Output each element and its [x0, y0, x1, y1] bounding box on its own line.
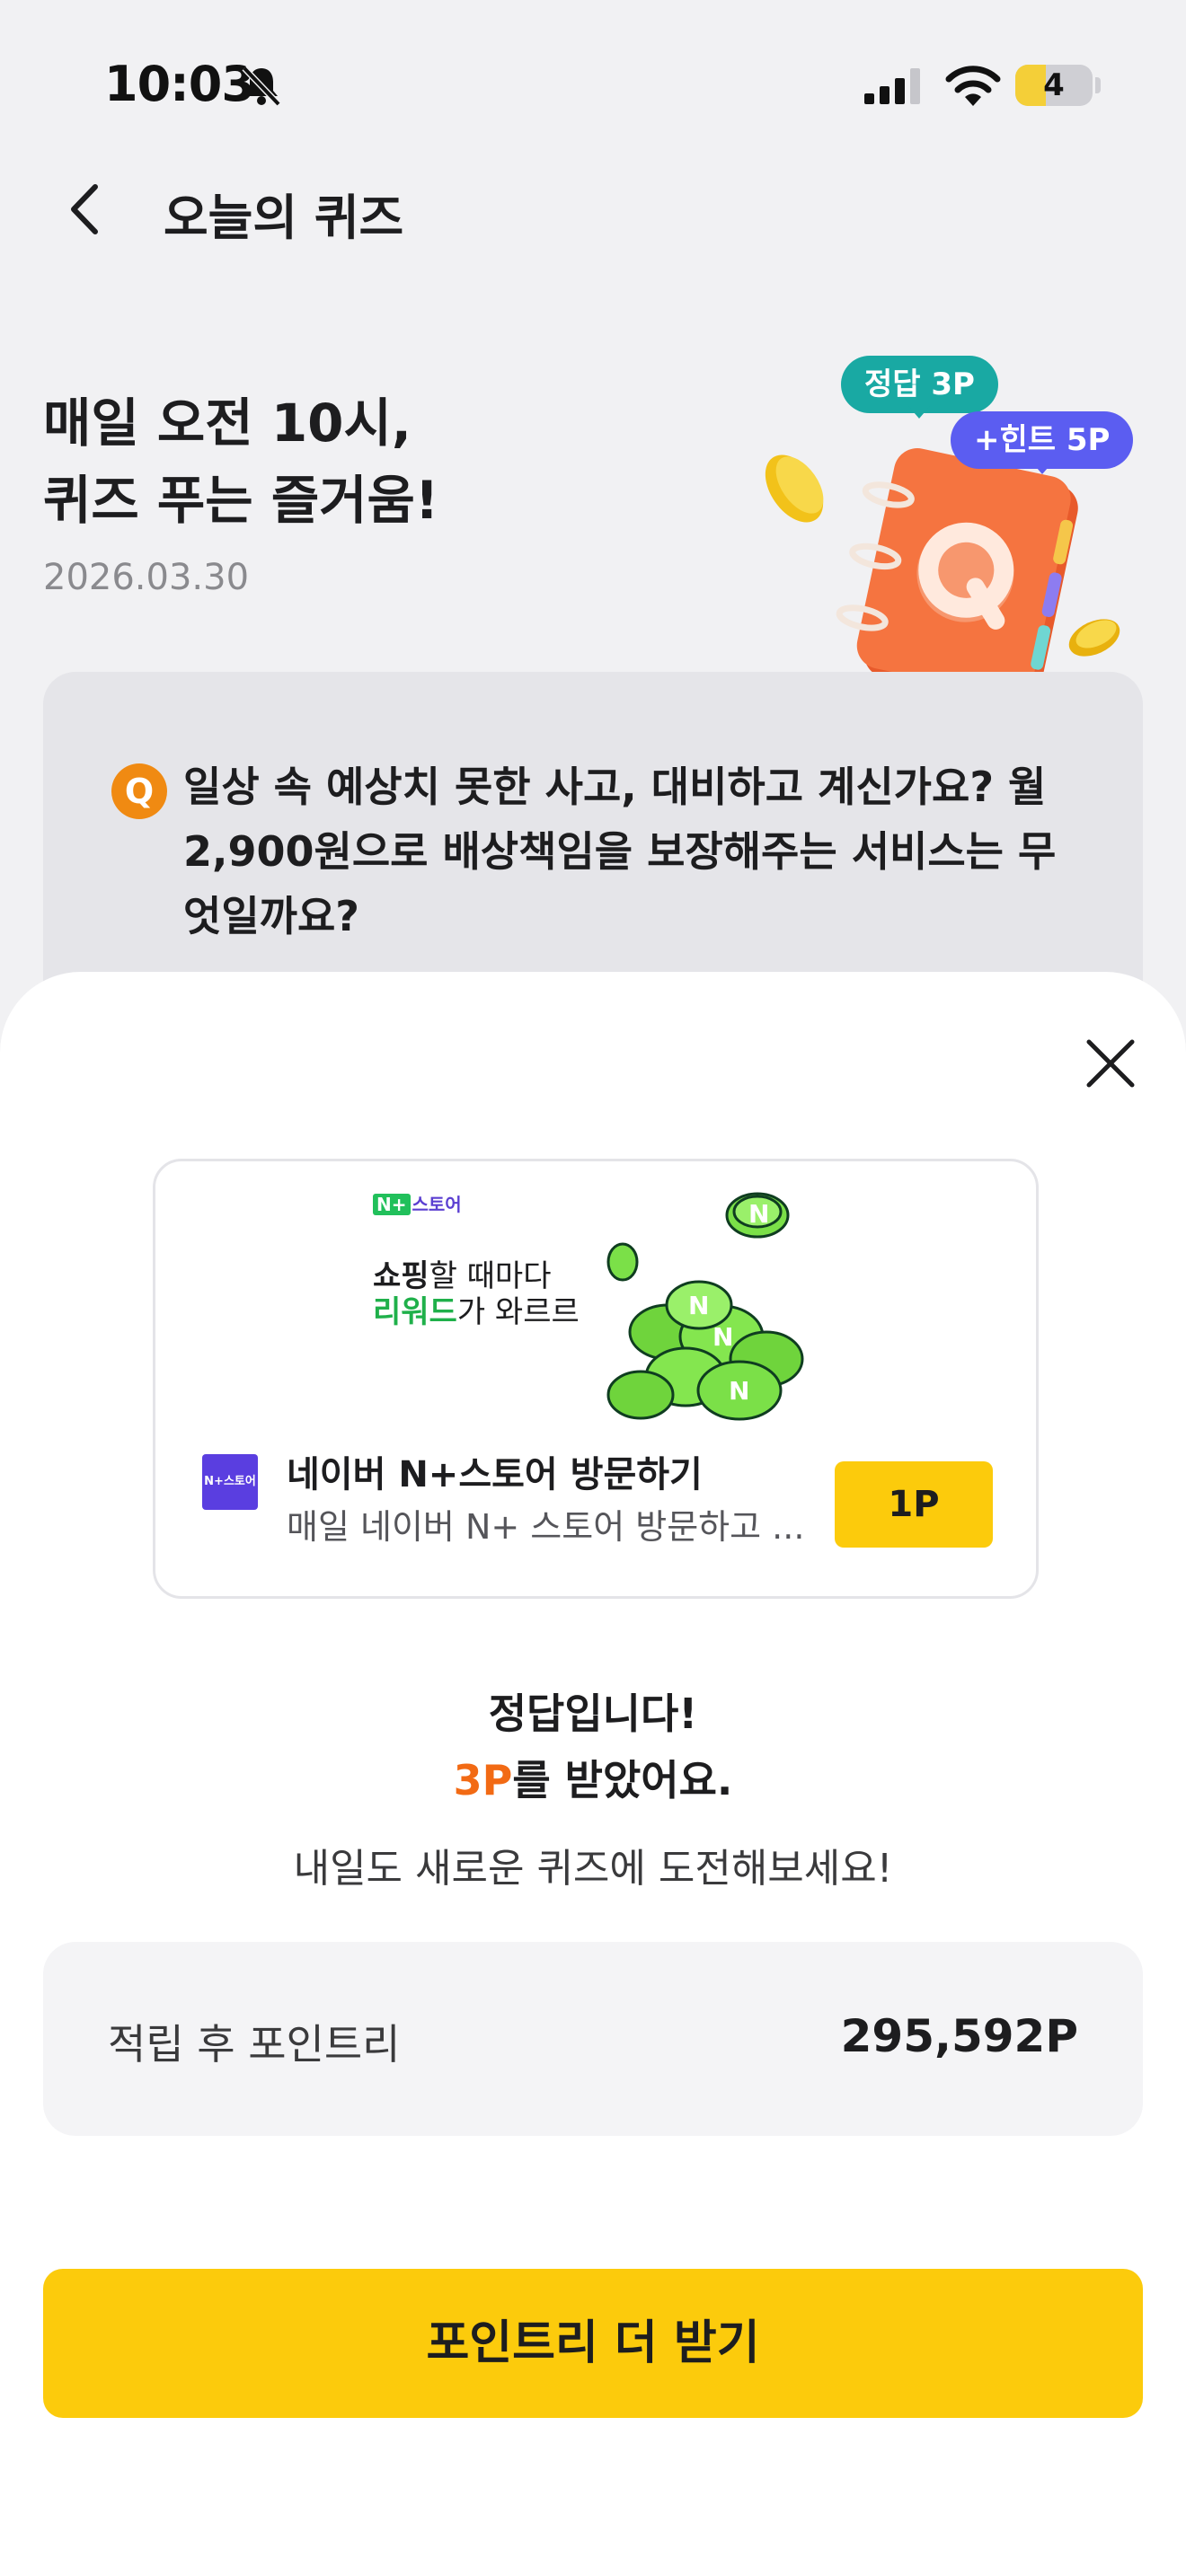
- ad-banner-line2-rest: 가 와르르: [456, 1294, 580, 1330]
- correct-points-badge: 정답 3P: [841, 356, 998, 419]
- wifi-icon: [945, 66, 1001, 106]
- result-subtext: 내일도 새로운 퀴즈에 도전해보세요!: [293, 1846, 893, 1892]
- ad-description: 매일 네이버 N+ 스토어 방문하고 ...: [287, 1507, 805, 1547]
- mute-bell-icon: [242, 66, 281, 107]
- ad-banner-line2-green: 리워드: [373, 1294, 457, 1330]
- balance-label: 적립 후 포인트리: [108, 2020, 401, 2069]
- balance-card: 적립 후 포인트리 295,592P: [43, 1942, 1143, 2136]
- question-text: 일상 속 예상치 못한 사고, 대비하고 계신가요? 월 2,900원으로 배상…: [183, 763, 1057, 940]
- svg-text:N: N: [712, 1322, 733, 1352]
- status-time: 10:03: [104, 56, 255, 112]
- close-icon[interactable]: [1084, 1037, 1137, 1090]
- cellular-signal-icon: [864, 68, 920, 104]
- ad-banner-line2: 리워드가 와르르: [373, 1287, 580, 1331]
- ad-title[interactable]: 네이버 N+스토어 방문하기: [287, 1445, 703, 1497]
- question-q-icon: Q: [111, 763, 167, 819]
- hero-title-line1: 매일 오전 10시,: [43, 393, 412, 454]
- page-title: 오늘의 퀴즈: [164, 190, 404, 246]
- battery-indicator: 4: [1015, 65, 1102, 106]
- ad-banner[interactable]: N+ 스토어 쇼핑할 때마다 리워드가 와르르 N N N N: [155, 1161, 1036, 1421]
- svg-text:N: N: [748, 1199, 769, 1229]
- ad-card[interactable]: N+ 스토어 쇼핑할 때마다 리워드가 와르르 N N N N N+스토어 네이…: [153, 1159, 1039, 1599]
- coin-pile-illustration: N N N N: [606, 1192, 804, 1421]
- ad-reward-button[interactable]: 1P: [835, 1461, 993, 1548]
- svg-text:N: N: [729, 1376, 749, 1406]
- ad-store-logo: N+스토어: [202, 1454, 258, 1510]
- hint-points-badge: +힌트 5P: [951, 411, 1134, 474]
- hero-title: 매일 오전 10시, 퀴즈 푸는 즐거움!: [43, 384, 672, 539]
- svg-text:N: N: [688, 1291, 709, 1320]
- quiz-date: 2026.03.30: [43, 557, 250, 598]
- ad-brand-chip: N+: [373, 1194, 411, 1215]
- earned-points: 3P: [453, 1756, 513, 1804]
- result-heading: 정답입니다!: [488, 1689, 698, 1738]
- ad-brand-name: 스토어: [412, 1194, 462, 1215]
- result-points-suffix: 를 받았어요.: [512, 1756, 733, 1804]
- ad-brand: N+ 스토어: [373, 1190, 462, 1216]
- balance-value: 295,592P: [840, 2010, 1078, 2062]
- back-chevron-icon[interactable]: [63, 180, 108, 239]
- hero-title-line2: 퀴즈 푸는 즐거움!: [43, 470, 439, 531]
- result-points-line: 3P를 받았어요.: [0, 1748, 1186, 1807]
- battery-percent: 4: [1043, 67, 1065, 103]
- get-more-points-button[interactable]: 포인트리 더 받기: [43, 2269, 1143, 2418]
